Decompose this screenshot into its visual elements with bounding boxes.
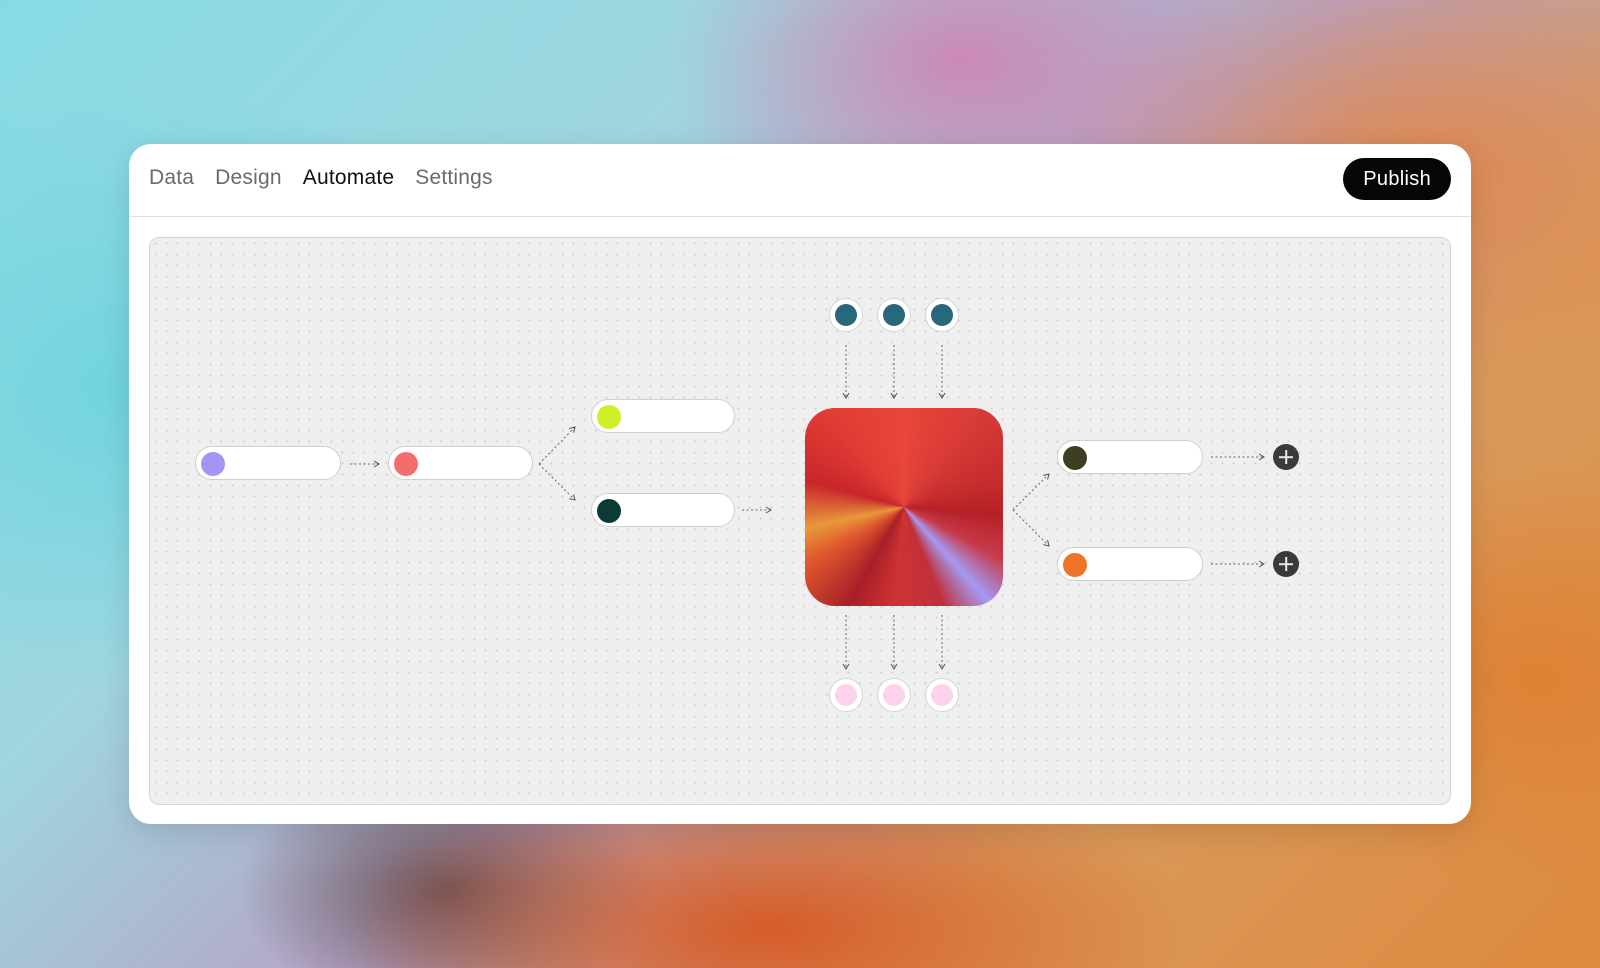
tab-bar: Data Design Automate Settings xyxy=(149,166,493,190)
plus-icon[interactable] xyxy=(1273,444,1299,470)
output-node[interactable] xyxy=(925,678,959,712)
status-dot xyxy=(597,405,621,429)
action-pill-olive[interactable] xyxy=(1057,440,1203,474)
tab-automate[interactable]: Automate xyxy=(303,166,395,190)
status-dot xyxy=(597,499,621,523)
tab-data[interactable]: Data xyxy=(149,166,194,190)
central-hub-node[interactable] xyxy=(805,408,1003,606)
node-dot xyxy=(883,304,905,326)
status-dot xyxy=(201,452,225,476)
step-pill-dark-teal[interactable] xyxy=(591,493,735,527)
input-node[interactable] xyxy=(925,298,959,332)
node-dot xyxy=(931,684,953,706)
top-bar: Data Design Automate Settings Publish xyxy=(129,144,1471,217)
action-pill-orange[interactable] xyxy=(1057,547,1203,581)
node-dot xyxy=(883,684,905,706)
input-node[interactable] xyxy=(829,298,863,332)
status-dot xyxy=(1063,446,1087,470)
node-dot xyxy=(835,684,857,706)
app-window: Data Design Automate Settings Publish xyxy=(129,144,1471,824)
connector-lines xyxy=(350,345,1265,670)
status-dot xyxy=(394,452,418,476)
status-dot xyxy=(1063,553,1087,577)
step-pill-coral[interactable] xyxy=(388,446,533,480)
automation-canvas[interactable] xyxy=(149,237,1451,805)
node-dot xyxy=(835,304,857,326)
trigger-pill-purple[interactable] xyxy=(195,446,341,480)
output-node[interactable] xyxy=(829,678,863,712)
node-dot xyxy=(931,304,953,326)
output-node[interactable] xyxy=(877,678,911,712)
tab-settings[interactable]: Settings xyxy=(415,166,492,190)
publish-button[interactable]: Publish xyxy=(1343,158,1451,200)
step-pill-lime[interactable] xyxy=(591,399,735,433)
input-node[interactable] xyxy=(877,298,911,332)
plus-icon[interactable] xyxy=(1273,551,1299,577)
tab-design[interactable]: Design xyxy=(215,166,282,190)
